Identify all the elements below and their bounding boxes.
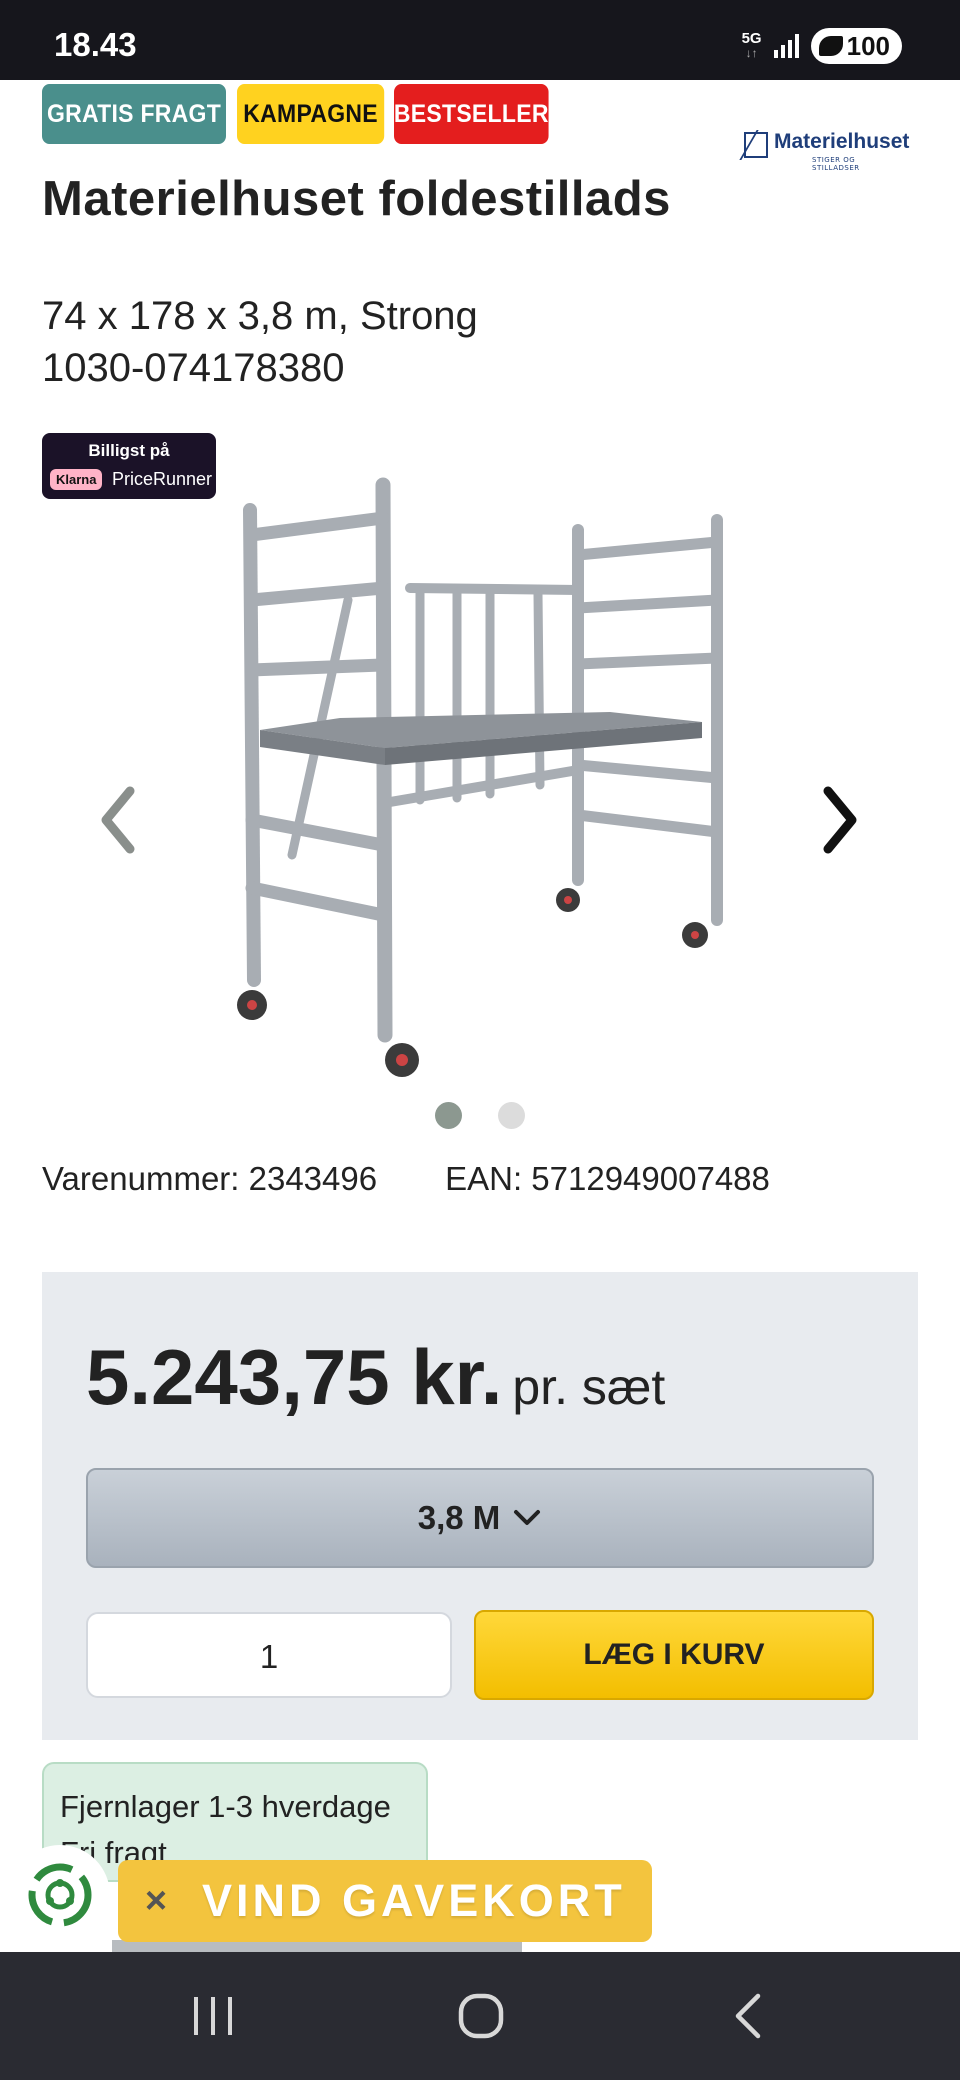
price: 5.243,75 kr. pr. sæt [86, 1332, 665, 1423]
ean: EAN: 5712949007488 [445, 1160, 770, 1197]
variant-select[interactable]: 3,8 M [86, 1468, 874, 1568]
pricerunner-caption: Billigst på [88, 441, 170, 460]
carousel-next-button[interactable] [810, 780, 870, 860]
carousel-dot[interactable] [435, 1102, 462, 1129]
status-icons: 5G ↓↑ 100 [742, 28, 902, 64]
product-dimensions: 74 x 178 x 3,8 m, Strong [42, 294, 478, 338]
gift-card-banner[interactable]: × VIND GAVEKORT [118, 1860, 652, 1942]
recycle-icon [28, 1863, 92, 1927]
gift-widget-button[interactable] [10, 1845, 110, 1945]
price-unit: pr. sæt [512, 1359, 666, 1415]
badge-kampagne: KAMPAGNE [237, 84, 385, 144]
signal-icon [773, 34, 799, 58]
product-identifiers: Varenummer: 2343496 EAN: 5712949007488 [42, 1160, 770, 1198]
klarna-logo: Klarna [50, 469, 103, 490]
pricerunner-logo: PriceRunner [112, 469, 213, 489]
chevron-left-icon [101, 786, 135, 854]
chevron-right-icon [823, 786, 857, 854]
carousel-dot[interactable] [498, 1102, 525, 1129]
badge-bestseller: BESTSELLER [394, 84, 549, 144]
sku: Varenummer: 2343496 [42, 1160, 378, 1197]
gift-card-label: VIND GAVEKORT [202, 1875, 626, 1926]
back-button[interactable] [704, 1984, 794, 2048]
brand-name: Materielhuset [774, 130, 910, 153]
status-time: 18.43 [54, 26, 137, 63]
price-amount: 5.243,75 kr. [86, 1333, 503, 1421]
status-bar: 18.43 5G ↓↑ 100 [0, 0, 960, 80]
network-indicator: 5G ↓↑ [741, 30, 762, 60]
close-icon[interactable]: × [138, 1880, 174, 1923]
power-saving-icon [818, 36, 843, 56]
brand-tagline: STIGER OG STILLADSER [812, 156, 860, 172]
data-arrows-icon: ↓↑ [745, 46, 758, 60]
badge-gratis-fragt: GRATIS FRAGT [42, 84, 226, 144]
battery-level: 100 [846, 30, 890, 61]
brand-logo[interactable]: Materielhuset STIGER OG STILLADSER [744, 120, 909, 172]
home-button[interactable] [436, 1984, 526, 2048]
product-model-number: 1030-074178380 [42, 346, 345, 390]
stock-delivery: Fjernlager 1-3 hverdage [60, 1789, 391, 1824]
brand-mark-icon [744, 132, 768, 158]
home-icon [458, 1993, 504, 2039]
back-icon [735, 1993, 761, 2039]
purchase-box: 5.243,75 kr. pr. sæt 3,8 M 1 LÆG I KURV [42, 1272, 918, 1740]
battery-indicator: 100 [810, 28, 902, 64]
product-image [237, 477, 723, 1077]
product-title: Materielhuset foldestillads [42, 172, 671, 226]
network-type: 5G [741, 30, 762, 47]
chevron-down-icon [514, 1510, 541, 1525]
system-nav-bar [0, 1952, 960, 2080]
carousel-prev-button[interactable] [88, 780, 148, 860]
product-badges: GRATIS FRAGT KAMPAGNE BESTSELLER [42, 84, 562, 144]
add-to-cart-button[interactable]: LÆG I KURV [474, 1610, 874, 1700]
recent-apps-icon [194, 1997, 232, 2035]
product-subtitle: 74 x 178 x 3,8 m, Strong 1030-074178380 [42, 290, 478, 394]
product-image-carousel[interactable] [0, 440, 960, 1080]
variant-value: 3,8 M [417, 1499, 501, 1536]
carousel-dots [0, 1102, 960, 1129]
recent-apps-button[interactable] [168, 1984, 258, 2048]
quantity-input[interactable]: 1 [86, 1612, 452, 1698]
pricerunner-badge[interactable]: Billigst på Klarna PriceRunner [42, 433, 216, 499]
